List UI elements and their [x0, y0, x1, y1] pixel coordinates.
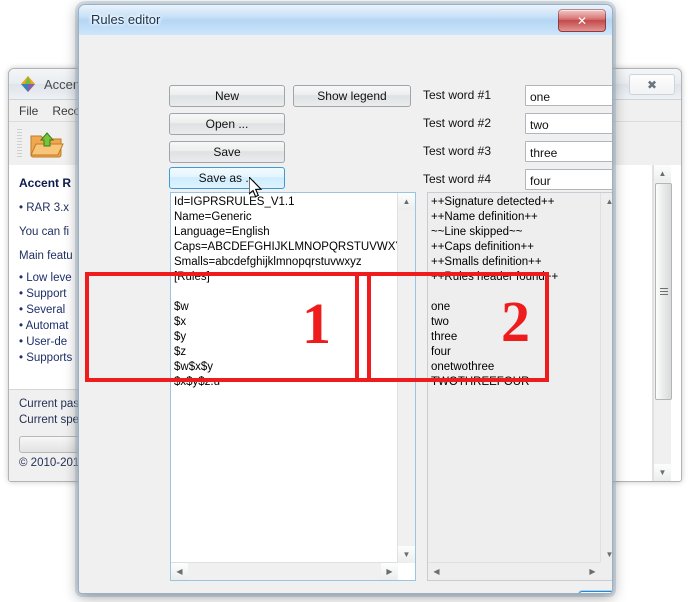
- scroll-right-icon[interactable]: ▶: [381, 563, 398, 580]
- accent-app-logo-icon: [19, 75, 37, 93]
- new-button[interactable]: New: [169, 85, 285, 107]
- dialog-titlebar[interactable]: Rules editor ✕: [79, 5, 612, 36]
- test-word-label-3: Test word #3: [423, 144, 492, 158]
- info-heading: Accent R: [19, 176, 72, 190]
- test-word-label-2: Test word #2: [423, 116, 492, 130]
- save-as-button[interactable]: Save as ...: [169, 167, 285, 189]
- desktop-background: Accent ✖ File Reco Accent R • RAR 3.x Yo…: [0, 0, 689, 602]
- background-window-close-icon[interactable]: ✖: [629, 74, 675, 95]
- save-button[interactable]: Save: [169, 141, 285, 163]
- scroll-down-icon[interactable]: ▼: [398, 546, 415, 563]
- scroll-right-icon[interactable]: ▶: [584, 563, 601, 580]
- results-output-pane[interactable]: ++Signature detected++ ++Name definition…: [427, 192, 612, 581]
- rules-text-editor[interactable]: Id=IGPRSRULES_V1.1 Name=Generic Language…: [170, 192, 416, 581]
- annotation-number-2: 2: [501, 289, 530, 354]
- scrollbar-grip: [659, 288, 668, 295]
- scroll-down-icon[interactable]: ▼: [601, 546, 612, 563]
- open-button[interactable]: Open ...: [169, 113, 285, 135]
- scroll-up-icon[interactable]: ▲: [601, 193, 612, 210]
- dialog-body: New Open ... Save Save as ... Show legen…: [79, 35, 612, 593]
- rules-editor-hscrollbar[interactable]: ◀ ▶: [171, 562, 398, 580]
- annotation-number-1: 1: [302, 291, 331, 356]
- scrollbar-thumb[interactable]: [655, 183, 672, 400]
- open-folder-icon[interactable]: [28, 129, 64, 159]
- rules-editor-dialog[interactable]: Rules editor ✕ New Open ... Save Save as…: [78, 4, 613, 594]
- mouse-cursor-icon: [248, 175, 265, 204]
- test-word-label-4: Test word #4: [423, 172, 492, 186]
- test-word-input-2[interactable]: [525, 113, 612, 134]
- test-word-input-4[interactable]: [525, 169, 612, 190]
- menu-item-recovery[interactable]: Reco: [52, 104, 80, 118]
- scroll-left-icon[interactable]: ◀: [428, 563, 445, 580]
- results-pane-hscrollbar[interactable]: ◀ ▶: [428, 562, 601, 580]
- dialog-title: Rules editor: [91, 12, 161, 27]
- background-pane-vscrollbar[interactable]: ▲ ▼: [653, 165, 672, 481]
- toolbar-grip-handle[interactable]: [17, 129, 22, 159]
- scroll-up-icon[interactable]: ▲: [398, 193, 415, 210]
- test-word-input-1[interactable]: [525, 85, 612, 106]
- close-icon[interactable]: ✕: [558, 9, 606, 32]
- scroll-up-icon[interactable]: ▲: [654, 165, 671, 182]
- menu-item-file[interactable]: File: [19, 104, 38, 118]
- results-pane-vscrollbar[interactable]: ▲ ▼: [600, 193, 612, 563]
- scroll-down-icon[interactable]: ▼: [654, 464, 671, 481]
- test-word-label-1: Test word #1: [423, 88, 492, 102]
- test-word-input-3[interactable]: [525, 141, 612, 162]
- copyright-label: © 2010-201: [19, 457, 80, 469]
- show-legend-button[interactable]: Show legend: [293, 85, 411, 107]
- close-button[interactable]: Close: [579, 591, 612, 593]
- scroll-left-icon[interactable]: ◀: [171, 563, 188, 580]
